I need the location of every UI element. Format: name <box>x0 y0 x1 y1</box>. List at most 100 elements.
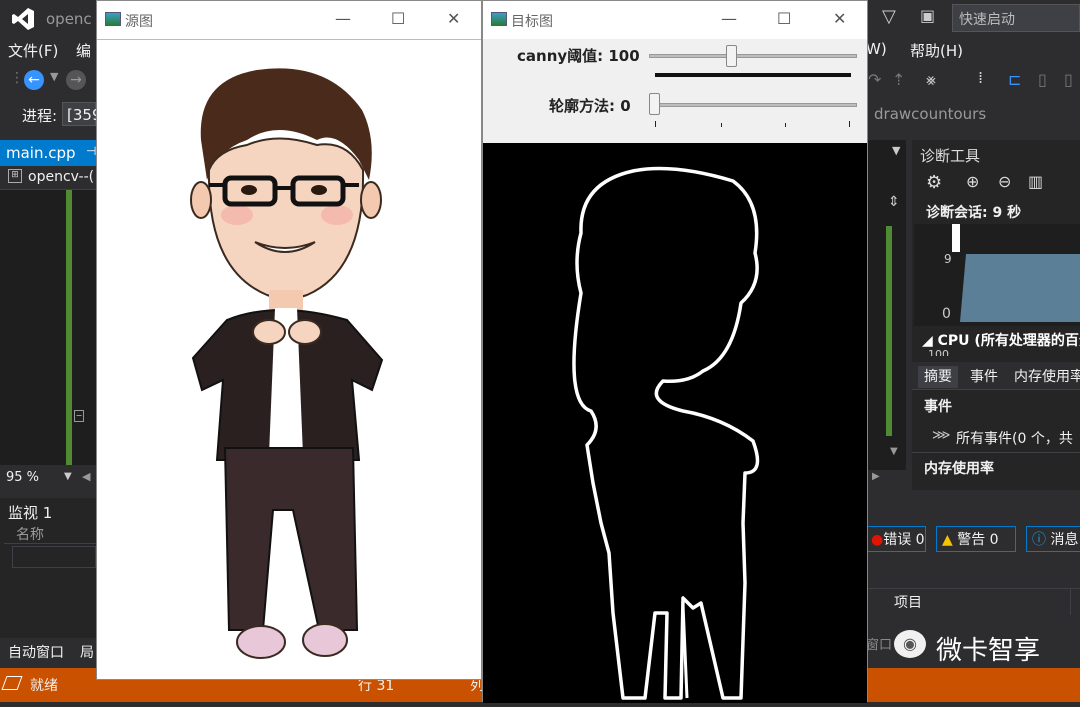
menu-help[interactable]: 帮助(H) <box>910 40 963 61</box>
forward-icon[interactable]: → <box>66 70 86 90</box>
canny-threshold-thumb[interactable] <box>726 45 738 67</box>
diagnostic-tools-panel: 诊断工具 ⚙ ⊕ ⊖ ▥ 诊断会话: 9 秒 9 0 ◢ CPU (所有处理器的… <box>912 140 1080 490</box>
filter-icon[interactable]: ▽ <box>882 6 896 27</box>
tab-main-cpp[interactable]: main.cpp ⊣ <box>0 140 100 166</box>
tab-auto-window[interactable]: 自动窗口 <box>8 642 64 662</box>
zoom-level[interactable]: 95 % <box>6 470 39 485</box>
diag-title: 诊断工具 <box>920 147 981 165</box>
timeline-marker[interactable] <box>952 224 960 252</box>
zoom-in-icon[interactable]: ⊕ <box>966 172 979 191</box>
diag-session: 诊断会话: 9 秒 <box>926 205 1022 221</box>
scroll-left-icon[interactable]: ◀ <box>82 470 90 483</box>
watch-panel: 监视 1 名称 <box>0 498 96 638</box>
minimize-icon[interactable]: — <box>721 9 737 28</box>
zoom-dropdown-icon[interactable]: ▼ <box>64 471 72 482</box>
maximize-icon[interactable]: ☐ <box>391 9 405 28</box>
bookmark-prev-icon[interactable]: ▯ <box>1064 70 1073 89</box>
scroll-markers <box>886 226 892 436</box>
source-image <box>97 39 481 679</box>
watch-name-column[interactable]: 名称 <box>16 524 44 544</box>
bookmark-icon[interactable]: ⊏ <box>1008 70 1021 89</box>
messages-label: 消息 <box>1050 532 1079 548</box>
back-dropdown-icon[interactable]: ▼ <box>50 70 58 83</box>
contour-method-label: 轮廓方法: 0 <box>549 97 631 115</box>
error-icon: ● <box>871 532 884 548</box>
back-icon[interactable]: ← <box>24 70 44 90</box>
change-margin <box>66 190 72 465</box>
tab-memory[interactable]: 内存使用率 <box>1014 366 1080 386</box>
status-ready: 就绪 <box>30 678 58 694</box>
canny-threshold-label: canny阈值: 100 <box>517 47 640 65</box>
graph-zero-label: 0 <box>942 306 951 322</box>
contour-image <box>483 143 867 703</box>
collapse-icon[interactable]: − <box>74 410 84 422</box>
status-icon <box>1 676 23 690</box>
source-window[interactable]: 源图 — ☐ ✕ <box>96 0 482 680</box>
target-title-bar[interactable]: 目标图 — ☐ ✕ <box>483 1 867 39</box>
messages-filter[interactable]: ⓘ 消息 <box>1026 526 1080 552</box>
redo-icon[interactable]: ↷ <box>868 70 881 89</box>
hscroll-right-icon[interactable]: ▶ <box>872 471 880 482</box>
editor-right-area: ▼ ⇕ ▼ <box>866 140 906 470</box>
events-header: 事件 <box>924 399 952 415</box>
cpu-header-text: CPU (所有处理器的百分 <box>937 333 1080 349</box>
graph-top-label: 9 <box>944 252 952 266</box>
window-app-icon <box>491 12 507 26</box>
cpu-axis-label: 100 <box>928 348 949 356</box>
editor-gutter <box>22 190 66 465</box>
toolbar-grip-icon: ⋮ <box>10 70 24 86</box>
minimize-icon[interactable]: — <box>335 9 351 28</box>
window-app-icon <box>105 12 121 26</box>
chart-icon[interactable]: ▥ <box>1028 172 1043 191</box>
wechat-icon: ◉ <box>894 630 926 658</box>
cpu-header: ◢ CPU (所有处理器的百分 <box>922 330 1080 350</box>
visual-studio-logo-icon <box>10 6 38 32</box>
watermark: 窗口 ◉ 微卡智享 <box>866 626 1080 666</box>
up-icon[interactable]: ⇡ <box>892 70 905 89</box>
project-dropdown[interactable]: opencv--( <box>28 169 94 185</box>
window-tab-fragment[interactable]: 窗口 <box>866 634 892 653</box>
events-icon: ⋙ <box>932 428 951 443</box>
target-window[interactable]: 目标图 — ☐ ✕ canny阈值: 100 轮廓方法: 0 <box>482 0 868 703</box>
close-icon[interactable]: ✕ <box>833 9 846 28</box>
pin-icon[interactable]: ⊣ <box>86 144 96 158</box>
warnings-filter[interactable]: ▲ 警告 0 <box>936 526 1016 552</box>
project-icon: ⊞ <box>8 169 22 183</box>
menu-window[interactable]: W) <box>866 40 887 58</box>
tab-locals[interactable]: 局 <box>80 642 94 662</box>
feedback-icon[interactable]: ▣ <box>920 6 935 25</box>
error-list-bar: ●错误 0 ▲ 警告 0 ⓘ 消息 <box>866 522 1080 556</box>
format-icon[interactable]: ⨳ <box>926 70 936 90</box>
errors-label: 错误 0 <box>883 532 925 548</box>
warning-icon: ▲ <box>942 532 953 548</box>
source-title-bar[interactable]: 源图 — ☐ ✕ <box>97 1 481 39</box>
watch-row[interactable] <box>12 546 96 568</box>
tab-events[interactable]: 事件 <box>970 366 998 386</box>
close-icon[interactable]: ✕ <box>447 9 460 28</box>
menu-edit[interactable]: 编 <box>76 40 91 61</box>
split-icon[interactable]: ⇕ <box>888 194 900 210</box>
function-dropdown[interactable]: drawcountours <box>874 105 986 123</box>
contour-method-thumb[interactable] <box>649 93 660 115</box>
zoom-out-icon[interactable]: ⊖ <box>998 172 1011 191</box>
bookmark-next-icon[interactable]: ▯ <box>1038 70 1047 89</box>
process-memory-graph: 9 0 <box>914 252 1080 326</box>
menu-file[interactable]: 文件(F) <box>8 40 58 61</box>
memory-header: 内存使用率 <box>924 461 994 477</box>
quick-launch-input[interactable]: 快速启动 <box>959 9 1015 29</box>
project-column[interactable]: 项目 <box>894 592 922 612</box>
errors-filter[interactable]: ●错误 0 <box>866 526 926 552</box>
ide-title-text: openc <box>46 10 92 28</box>
settings-icon[interactable]: ⚙ <box>926 172 942 193</box>
tab-summary[interactable]: 摘要 <box>918 366 958 388</box>
editor-dropdown-icon[interactable]: ▼ <box>892 144 900 157</box>
trackbar-panel: canny阈值: 100 轮廓方法: 0 <box>483 39 867 143</box>
canny-threshold-track[interactable] <box>649 54 857 58</box>
maximize-icon[interactable]: ☐ <box>777 9 791 28</box>
source-title: 源图 <box>125 14 153 30</box>
comment-icon[interactable]: ⁞ <box>978 68 983 87</box>
scroll-down-icon[interactable]: ▼ <box>890 446 898 457</box>
process-label: 进程: <box>22 107 58 125</box>
events-all[interactable]: 所有事件(0 个，共 <box>956 428 1073 448</box>
contour-method-track[interactable] <box>649 103 857 107</box>
